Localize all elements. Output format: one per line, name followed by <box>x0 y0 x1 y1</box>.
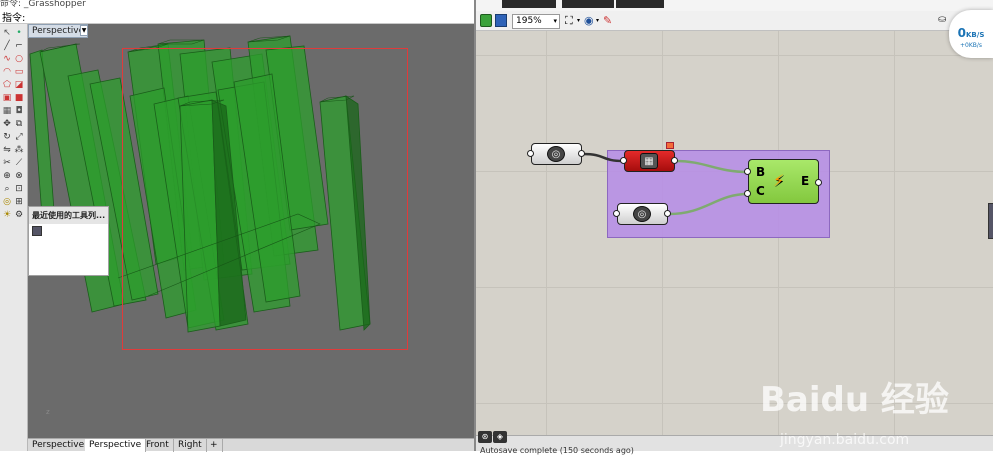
mesh-tool-icon[interactable]: ▦ <box>2 106 12 116</box>
recent-toolbar-panel: 最近使用的工具列... <box>28 206 109 276</box>
chevron-down-icon: ▾ <box>553 17 557 25</box>
tab-perspective-2[interactable]: Perspective <box>85 439 147 452</box>
output-port[interactable] <box>578 150 585 157</box>
chevron-down-icon[interactable]: ▾ <box>596 17 599 24</box>
axis-indicator: z <box>46 408 50 416</box>
open-file-icon[interactable] <box>480 14 492 27</box>
scale-tool-icon[interactable]: ⤢ <box>14 132 24 142</box>
output-port[interactable] <box>664 210 671 217</box>
ribbon-group-tab[interactable] <box>562 0 614 8</box>
input-port[interactable] <box>527 150 534 157</box>
point-tool-icon[interactable]: • <box>14 28 24 38</box>
array-tool-icon[interactable]: ⁂ <box>14 145 24 155</box>
side-panel-handle[interactable] <box>988 203 993 239</box>
upload-speed: +0KB/s <box>959 42 983 49</box>
viewport-title-label: Perspective <box>32 26 85 36</box>
gh-status-bar: ⊛ ◈ Autosave complete (150 seconds ago) <box>476 431 993 455</box>
input-port-c[interactable] <box>744 190 751 197</box>
zoom-window-icon[interactable]: ⊡ <box>14 184 24 194</box>
user-object-icon[interactable]: ⛀ <box>938 14 946 25</box>
selection-rectangle <box>122 48 408 350</box>
add-viewport-tab-icon[interactable]: + <box>206 439 223 452</box>
curve-tool-icon[interactable]: ∿ <box>2 54 12 64</box>
rotate-tool-icon[interactable]: ↻ <box>2 132 12 142</box>
box-component-icon: ▦ <box>640 153 658 169</box>
output-port-e[interactable] <box>815 179 822 186</box>
explode-tool-icon[interactable]: ⊗ <box>14 171 24 181</box>
select-tool-icon[interactable]: ↖ <box>2 28 12 38</box>
polygon-tool-icon[interactable]: ⬠ <box>2 80 12 90</box>
ribbon-group-tab[interactable] <box>502 0 556 8</box>
extrude-tool-icon[interactable]: ▣ <box>2 93 12 103</box>
download-speed-unit: KB/S <box>966 31 985 39</box>
merge-icon: ⚡ <box>773 171 785 190</box>
zoom-value: 195% <box>516 16 542 26</box>
split-tool-icon[interactable]: ⟋ <box>14 158 24 168</box>
trim-tool-icon[interactable]: ✂ <box>2 158 12 168</box>
ribbon-group-tab[interactable] <box>616 0 664 8</box>
chevron-down-icon[interactable]: ▾ <box>577 17 580 24</box>
osnap-tool-icon[interactable]: ◎ <box>2 197 12 207</box>
paint-brush-icon[interactable]: ✎ <box>603 14 612 27</box>
preview-eye-icon[interactable]: ◉ <box>584 14 594 27</box>
download-speed-value: 0 <box>957 26 966 40</box>
rhino-window: 命令: _Grasshopper 指令: ↖ • ╱ ⌐ ∿ ○ ◠ ▭ ⬠ ◪… <box>0 0 474 452</box>
download-speed: 0KB/S <box>949 26 993 40</box>
merge-component[interactable]: B C ⚡ E <box>748 159 819 204</box>
geometry-param[interactable]: ◎ <box>617 203 668 225</box>
brep-param-icon: ◎ <box>547 146 565 162</box>
viewport-tab-bar: Perspective Perspective Front Right + <box>28 438 474 452</box>
output-e-label: E <box>801 174 810 188</box>
command-history: 命令: _Grasshopper <box>0 0 86 9</box>
mirror-tool-icon[interactable]: ⇋ <box>2 145 12 155</box>
rectangle-tool-icon[interactable]: ▭ <box>14 67 24 77</box>
zoom-select[interactable]: 195% ▾ <box>512 14 560 29</box>
save-file-icon[interactable] <box>495 14 507 27</box>
brep-param-icon: ◎ <box>633 206 651 222</box>
grid-tool-icon[interactable]: ⊞ <box>14 197 24 207</box>
surface-tool-icon[interactable]: ◪ <box>14 80 24 90</box>
command-bar[interactable]: 命令: _Grasshopper 指令: <box>0 0 474 24</box>
input-port[interactable] <box>620 157 627 164</box>
viewport-menu-arrow-icon[interactable]: ▼ <box>80 25 88 36</box>
input-c-label: C <box>756 184 765 198</box>
zoom-tool-icon[interactable]: ⌕ <box>2 184 12 194</box>
move-tool-icon[interactable]: ✥ <box>2 119 12 129</box>
join-tool-icon[interactable]: ⊕ <box>2 171 12 181</box>
recent-toolbar-title[interactable]: 最近使用的工具列... <box>29 207 108 224</box>
baidu-watermark-url: jingyan.baidu.com <box>780 432 910 448</box>
baidu-watermark-logo: Baidu 经验 <box>760 380 949 420</box>
copy-tool-icon[interactable]: ⧉ <box>14 119 24 129</box>
input-port-b[interactable] <box>744 168 751 175</box>
left-toolbox: ↖ • ╱ ⌐ ∿ ○ ◠ ▭ ⬠ ◪ ▣ ■ ▦ ◘ ✥ ⧉ ↻ ⤢ ⇋ ⁂ … <box>0 24 28 451</box>
light-tool-icon[interactable]: ☀ <box>2 210 12 220</box>
circle-tool-icon[interactable]: ○ <box>14 54 24 64</box>
save-icon[interactable] <box>32 226 42 236</box>
command-prompt-label: 指令: <box>2 13 26 24</box>
error-component[interactable]: ▦ <box>624 150 675 172</box>
navigator-icon[interactable]: ◈ <box>493 431 507 443</box>
sketch-tool-icon[interactable]: ⊛ <box>478 431 492 443</box>
warning-flag-icon[interactable] <box>666 142 674 149</box>
gh-canvas-toolbar: 195% ▾ ⛶ ▾ ◉ ▾ ✎ ⛀ <box>476 11 993 31</box>
arc-tool-icon[interactable]: ◠ <box>2 67 12 77</box>
boolean-tool-icon[interactable]: ◘ <box>14 106 24 116</box>
input-b-label: B <box>756 165 766 179</box>
gh-ribbon-edge <box>476 0 993 11</box>
polyline-tool-icon[interactable]: ⌐ <box>14 41 24 51</box>
solid-tool-icon[interactable]: ■ <box>14 93 24 103</box>
tab-front[interactable]: Front <box>142 439 174 452</box>
input-port[interactable] <box>613 210 620 217</box>
options-tool-icon[interactable]: ⚙ <box>14 210 24 220</box>
zoom-extents-icon[interactable]: ⛶ <box>565 15 573 27</box>
output-port[interactable] <box>671 157 678 164</box>
geometry-param[interactable]: ◎ <box>531 143 582 165</box>
tab-perspective-1[interactable]: Perspective <box>28 439 90 452</box>
network-speed-badge[interactable]: 0KB/S +0KB/s <box>949 10 993 58</box>
line-tool-icon[interactable]: ╱ <box>2 41 12 51</box>
tab-right[interactable]: Right <box>174 439 207 452</box>
